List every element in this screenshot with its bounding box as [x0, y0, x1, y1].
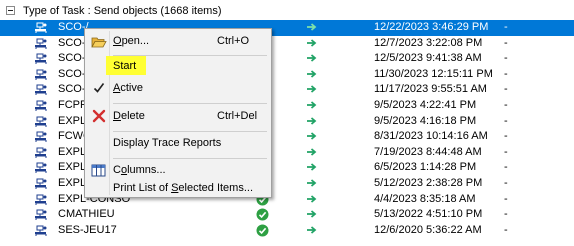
date-cell: 12/7/2023 3:22:08 PM [374, 36, 483, 49]
value-cell: - [504, 52, 508, 65]
value-cell: - [504, 192, 508, 205]
send-arrow-icon [306, 146, 318, 158]
send-object-icon [34, 209, 48, 221]
date-cell: 8/31/2023 10:14:16 AM [374, 130, 488, 143]
menu-shortcut-delete: Ctrl+Del [217, 110, 258, 122]
send-object-icon [34, 69, 48, 81]
object-name: EXPL [58, 145, 87, 158]
send-arrow-icon [306, 37, 318, 49]
send-object-icon [34, 178, 48, 190]
send-object-icon [34, 100, 48, 112]
send-arrow-icon [306, 161, 318, 173]
value-cell: - [504, 36, 508, 49]
send-arrow-icon [306, 224, 318, 236]
checkmark-icon [93, 81, 109, 95]
date-cell: 11/30/2023 12:15:11 PM [374, 67, 493, 80]
value-cell: - [504, 21, 508, 33]
send-object-icon [34, 53, 48, 65]
object-name: EXPL [58, 114, 87, 127]
menu-item-start[interactable]: Start [87, 56, 269, 78]
menu-item-open[interactable]: Open... Ctrl+O [87, 31, 269, 53]
send-object-icon [34, 162, 48, 174]
send-arrow-icon [306, 208, 318, 220]
open-folder-icon [91, 35, 107, 49]
group-title: Type of Task : Send objects (1668 items) [23, 4, 222, 17]
send-object-icon [34, 22, 48, 34]
collapse-toggle[interactable] [6, 6, 15, 15]
value-cell: - [504, 176, 508, 189]
date-cell: 9/5/2023 4:16:18 PM [374, 114, 477, 127]
menu-label-print: Print List of Selected Items... [113, 182, 254, 194]
date-cell: 11/17/2023 9:55:51 AM [374, 83, 487, 96]
value-cell: - [504, 98, 508, 111]
menu-separator [113, 131, 267, 132]
send-arrow-icon [306, 83, 318, 95]
menu-label-start: Start [113, 60, 137, 72]
value-cell: - [504, 145, 508, 158]
send-object-icon [34, 116, 48, 128]
object-name: SES-JEU17 [58, 223, 117, 236]
date-cell: 9/5/2023 4:22:41 PM [374, 98, 477, 111]
send-object-icon [34, 38, 48, 50]
menu-label-columns: Columns... [113, 164, 166, 176]
send-object-icon [34, 84, 48, 96]
menu-separator [113, 158, 267, 159]
object-name: EXPL [58, 176, 87, 189]
menu-item-print-list[interactable]: Print List of Selected Items... [87, 178, 269, 200]
date-cell: 5/12/2023 2:38:28 PM [374, 176, 483, 189]
send-object-icon [34, 225, 48, 237]
date-cell: 6/5/2023 1:14:28 PM [374, 161, 477, 174]
send-arrow-icon [306, 193, 318, 205]
task-row[interactable]: CMATHIEU 5/13/2022 4:51:10 PM - [0, 207, 574, 223]
send-arrow-icon [306, 52, 318, 64]
send-arrow-icon [306, 68, 318, 80]
date-cell: 12/22/2023 3:46:29 PM [374, 21, 489, 33]
value-cell: - [504, 130, 508, 143]
menu-item-display-trace-reports[interactable]: Display Trace Reports [87, 133, 269, 155]
send-object-icon [34, 147, 48, 159]
value-cell: - [504, 114, 508, 127]
menu-label-trace: Display Trace Reports [113, 137, 222, 149]
task-list-pane: Type of Task : Send objects (1668 items)… [0, 0, 574, 246]
columns-icon [91, 164, 107, 178]
value-cell: - [504, 67, 508, 80]
object-name: EXPL [58, 161, 87, 174]
group-header[interactable]: Type of Task : Send objects (1668 items) [0, 2, 574, 19]
menu-item-delete[interactable]: Delete Ctrl+Del [87, 106, 269, 128]
success-check-icon [256, 208, 269, 221]
send-arrow-icon [306, 21, 318, 33]
value-cell: - [504, 161, 508, 174]
date-cell: 4/4/2023 8:35:18 AM [374, 192, 476, 205]
delete-x-icon [92, 109, 108, 123]
menu-label-delete: Delete [113, 110, 145, 122]
menu-item-active[interactable]: Active [87, 78, 269, 100]
send-arrow-icon [306, 99, 318, 111]
menu-separator [113, 103, 267, 104]
context-menu: Open... Ctrl+O Start Active Delete Ctrl+… [84, 28, 272, 198]
send-arrow-icon [306, 130, 318, 142]
menu-shortcut-open: Ctrl+O [217, 35, 250, 47]
value-cell: - [504, 208, 508, 221]
date-cell: 5/13/2022 4:51:10 PM [374, 208, 483, 221]
value-cell: - [504, 83, 508, 96]
menu-label-open: Open... [113, 35, 150, 47]
date-cell: 12/5/2023 9:41:38 AM [374, 52, 482, 65]
date-cell: 12/6/2020 5:36:22 AM [374, 223, 482, 236]
value-cell: - [504, 223, 508, 236]
object-name: CMATHIEU [58, 208, 115, 221]
send-object-icon [34, 131, 48, 143]
send-arrow-icon [306, 115, 318, 127]
success-check-icon [256, 224, 269, 237]
send-arrow-icon [306, 177, 318, 189]
date-cell: 7/19/2023 8:44:48 AM [374, 145, 482, 158]
task-row[interactable]: SES-JEU17 12/6/2020 5:36:22 AM - [0, 223, 574, 239]
menu-label-active: Active [113, 82, 143, 94]
send-object-icon [34, 194, 48, 206]
